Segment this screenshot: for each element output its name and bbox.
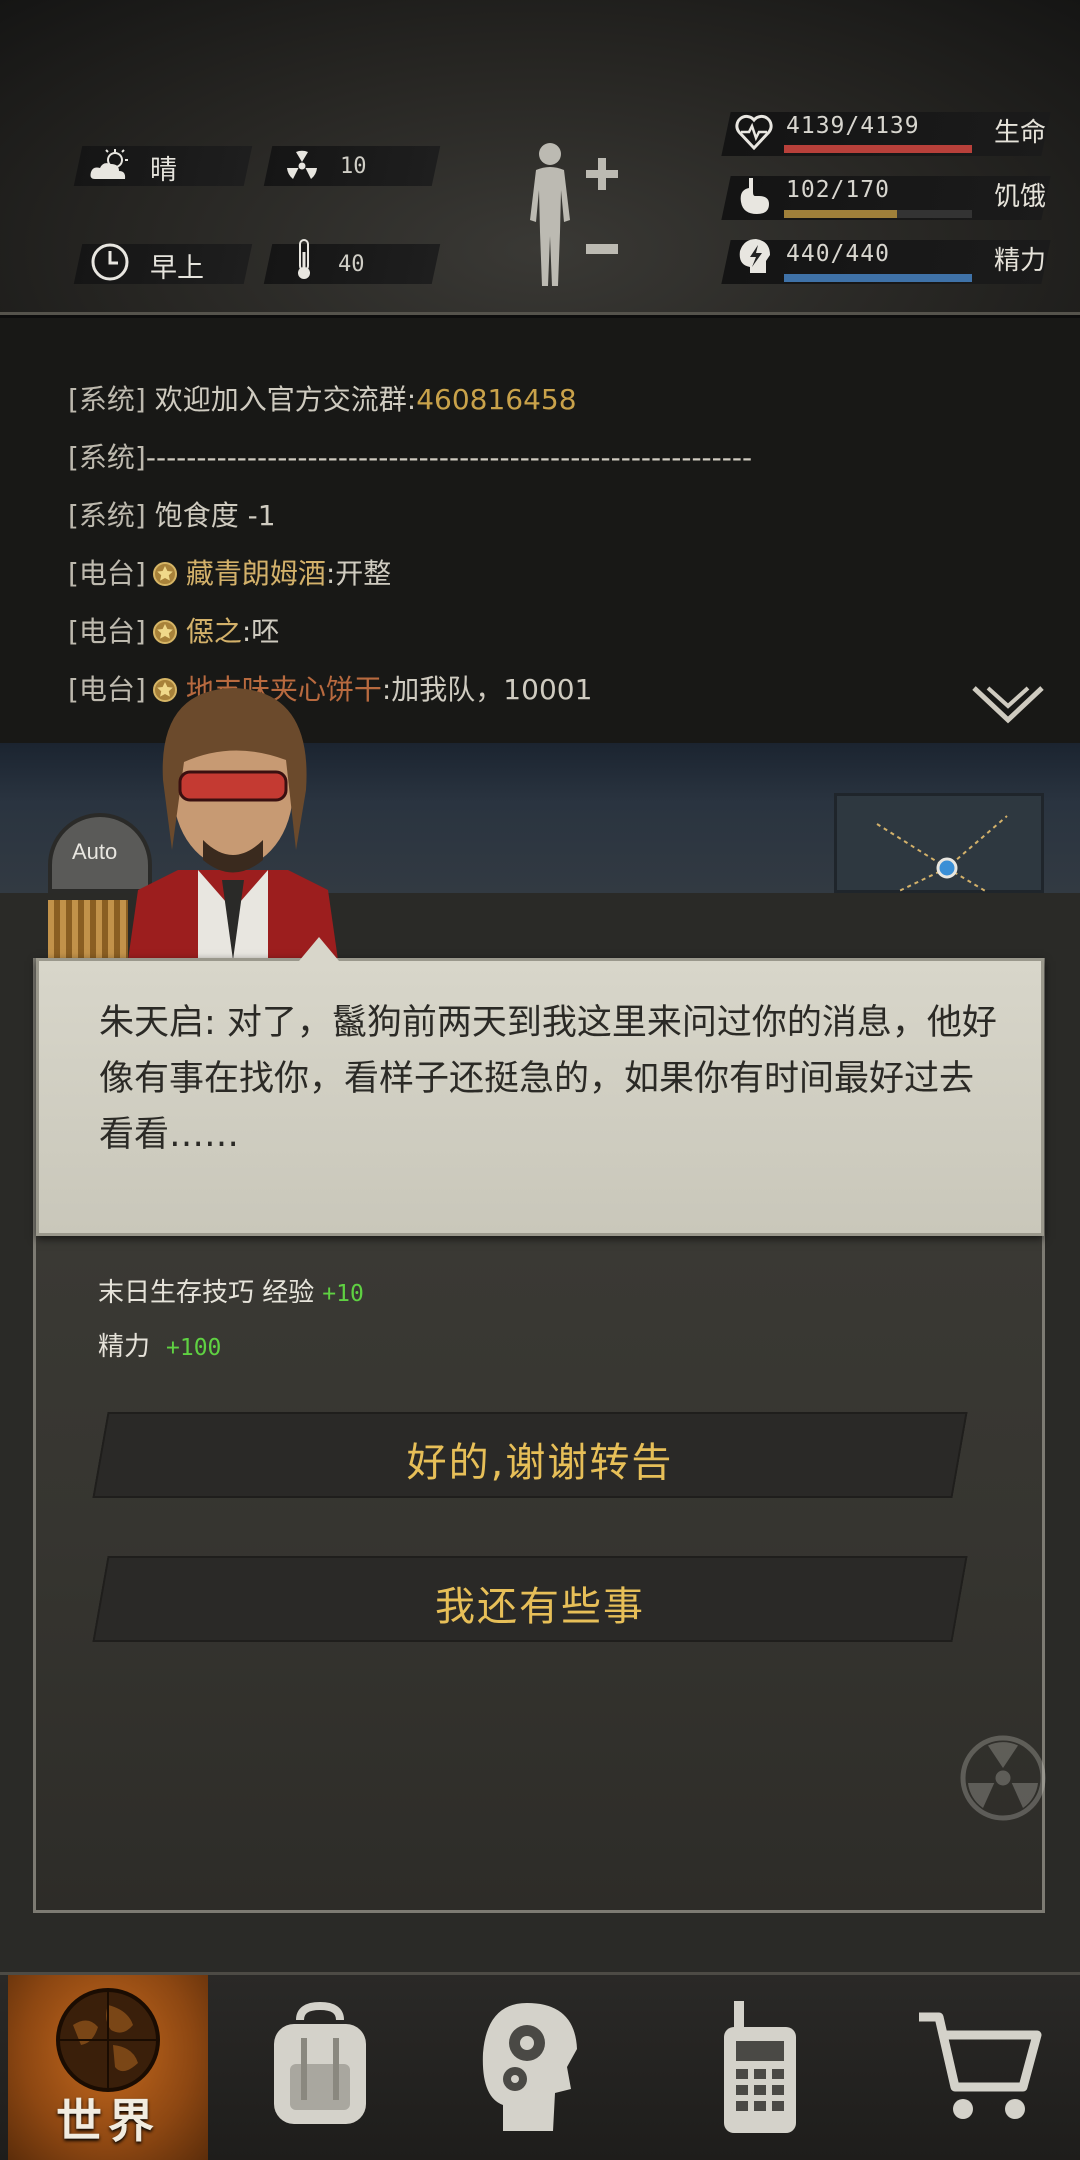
- medal-icon: [150, 617, 180, 647]
- chat-text: 欢迎加入官方交流群:: [145, 383, 417, 416]
- energy-label: 精力: [994, 246, 1047, 276]
- reward-amount: +10: [322, 1281, 364, 1307]
- chat-text: :加我队，10001: [381, 673, 593, 706]
- chat-line: [系统]------------------------------------…: [68, 436, 752, 476]
- energy-bar: [784, 274, 972, 282]
- choice-accept-label[interactable]: 好的,谢谢转告: [0, 1430, 1080, 1488]
- energy-bar-fill: [784, 274, 972, 282]
- choice-decline-label[interactable]: 我还有些事: [0, 1574, 1080, 1632]
- hunger-label: 饥饿: [994, 182, 1047, 212]
- health-value: 4139/4139: [786, 113, 920, 139]
- dialog-text: 朱天启: 对了，鬣狗前两天到我这里来问过你的消息，他好像有事在找你，看样子还挺急…: [99, 1003, 997, 1155]
- group-number: 460816458: [416, 383, 577, 416]
- reward-amount: +100: [166, 1335, 222, 1361]
- chat-tag: [系统]: [68, 499, 146, 532]
- skills-head-icon: [475, 1997, 585, 2141]
- chat-tag: [系统]: [68, 441, 146, 474]
- thermometer-icon: [282, 238, 326, 282]
- nav-backpack-tab[interactable]: [220, 1975, 420, 2160]
- epaulette: [48, 900, 128, 960]
- backpack-icon: [260, 2001, 380, 2136]
- weather-text: 晴: [150, 155, 177, 186]
- minimap[interactable]: [834, 793, 1044, 893]
- radiation-value: 10: [340, 154, 367, 179]
- nav-skills-tab[interactable]: [430, 1975, 630, 2160]
- clock-icon: [88, 240, 132, 284]
- reward-label: 精力: [98, 1332, 151, 1362]
- shop-cart-icon: [915, 2007, 1045, 2131]
- chat-line: [系统] 欢迎加入官方交流群:460816458: [68, 378, 577, 418]
- chat-line: [电台] 藏青朗姆酒:开整: [68, 552, 391, 592]
- hunger-value: 102/170: [786, 177, 890, 203]
- chat-line: [系统] 饱食度 -1: [68, 494, 276, 534]
- hunger-bar-fill: [784, 210, 897, 218]
- speech-pointer: [299, 937, 339, 961]
- heart-pulse-icon: [734, 110, 774, 154]
- world-globe-icon: [53, 1985, 163, 2099]
- radiation-icon: [280, 144, 324, 188]
- reward-energy: 精力 +100: [98, 1326, 221, 1363]
- chat-sender[interactable]: 藏青朗姆酒: [186, 557, 326, 590]
- reward-label: 末日生存技巧 经验: [98, 1278, 315, 1308]
- radio-walkie-icon: [710, 1997, 810, 2141]
- chat-sender[interactable]: 僫之: [186, 615, 242, 648]
- npc-portrait: [118, 680, 348, 960]
- chat-tag: [电台]: [68, 615, 146, 648]
- nav-world-tab[interactable]: 世界: [8, 1975, 208, 2160]
- body-status-icon[interactable]: [520, 140, 580, 290]
- chat-tag: [系统]: [68, 383, 146, 416]
- minus-icon[interactable]: [586, 244, 618, 254]
- bottom-nav: 世界: [0, 1972, 1080, 2160]
- chat-text: 饱食度 -1: [145, 499, 276, 532]
- status-bar: 晴 10 早上 40 4139/4139 生命 102/170 饥饿 440/4…: [0, 0, 1080, 315]
- health-bar: [784, 145, 972, 153]
- nav-shop-tab[interactable]: [880, 1975, 1080, 2160]
- auto-label: Auto: [72, 839, 118, 864]
- chat-text: ----------------------------------------…: [145, 441, 753, 474]
- chat-tag: [电台]: [68, 557, 146, 590]
- energy-value: 440/440: [786, 241, 890, 267]
- hunger-bar: [784, 210, 972, 218]
- speech-bubble: 朱天启: 对了，鬣狗前两天到我这里来问过你的消息，他好像有事在找你，看样子还挺急…: [36, 937, 1044, 1236]
- health-bar-fill: [784, 145, 972, 153]
- medal-icon: [150, 559, 180, 589]
- cloudy-sun-icon: [88, 144, 132, 188]
- chat-line: [电台] 僫之:呸: [68, 610, 279, 650]
- nav-world-label[interactable]: 世界: [8, 2085, 208, 2151]
- health-label: 生命: [994, 118, 1047, 148]
- radiation-watermark-icon: [958, 1733, 1048, 1823]
- nav-radio-tab[interactable]: [660, 1975, 860, 2160]
- time-of-day-text: 早上: [150, 253, 204, 284]
- temperature-value: 40: [338, 252, 365, 277]
- stomach-icon: [734, 174, 774, 218]
- energy-head-icon: [734, 236, 774, 280]
- reward-skill-exp: 末日生存技巧 经验 +10: [98, 1272, 364, 1309]
- chat-text: :开整: [325, 557, 392, 590]
- chat-text: :呸: [241, 615, 280, 648]
- plus-icon[interactable]: [584, 156, 620, 192]
- chevron-down-icon[interactable]: [970, 684, 1046, 728]
